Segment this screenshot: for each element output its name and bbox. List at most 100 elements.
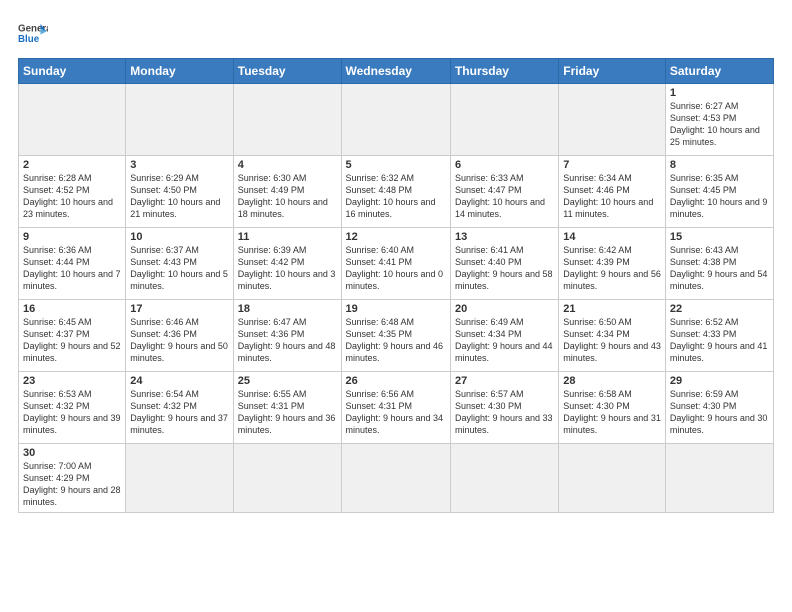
calendar-cell: 1Sunrise: 6:27 AM Sunset: 4:53 PM Daylig… [665, 84, 773, 156]
day-info: Sunrise: 6:47 AM Sunset: 4:36 PM Dayligh… [238, 316, 337, 365]
calendar-cell: 27Sunrise: 6:57 AM Sunset: 4:30 PM Dayli… [450, 372, 558, 444]
calendar-week-row: 23Sunrise: 6:53 AM Sunset: 4:32 PM Dayli… [19, 372, 774, 444]
day-info: Sunrise: 6:33 AM Sunset: 4:47 PM Dayligh… [455, 172, 554, 221]
calendar-cell [341, 84, 450, 156]
day-info: Sunrise: 6:42 AM Sunset: 4:39 PM Dayligh… [563, 244, 661, 293]
day-info: Sunrise: 6:59 AM Sunset: 4:30 PM Dayligh… [670, 388, 769, 437]
calendar-cell: 22Sunrise: 6:52 AM Sunset: 4:33 PM Dayli… [665, 300, 773, 372]
logo: General Blue [18, 18, 48, 48]
calendar-week-row: 1Sunrise: 6:27 AM Sunset: 4:53 PM Daylig… [19, 84, 774, 156]
day-number: 8 [670, 159, 769, 171]
calendar-week-row: 2Sunrise: 6:28 AM Sunset: 4:52 PM Daylig… [19, 156, 774, 228]
calendar-cell: 20Sunrise: 6:49 AM Sunset: 4:34 PM Dayli… [450, 300, 558, 372]
calendar-cell: 17Sunrise: 6:46 AM Sunset: 4:36 PM Dayli… [126, 300, 233, 372]
calendar-cell: 23Sunrise: 6:53 AM Sunset: 4:32 PM Dayli… [19, 372, 126, 444]
calendar-cell: 19Sunrise: 6:48 AM Sunset: 4:35 PM Dayli… [341, 300, 450, 372]
calendar-cell [126, 444, 233, 513]
day-number: 30 [23, 447, 121, 459]
calendar-cell: 28Sunrise: 6:58 AM Sunset: 4:30 PM Dayli… [559, 372, 666, 444]
day-number: 27 [455, 375, 554, 387]
day-number: 17 [130, 303, 228, 315]
calendar-cell: 14Sunrise: 6:42 AM Sunset: 4:39 PM Dayli… [559, 228, 666, 300]
day-info: Sunrise: 6:28 AM Sunset: 4:52 PM Dayligh… [23, 172, 121, 221]
day-number: 21 [563, 303, 661, 315]
day-info: Sunrise: 6:45 AM Sunset: 4:37 PM Dayligh… [23, 316, 121, 365]
day-info: Sunrise: 6:36 AM Sunset: 4:44 PM Dayligh… [23, 244, 121, 293]
day-number: 1 [670, 87, 769, 99]
calendar-cell: 11Sunrise: 6:39 AM Sunset: 4:42 PM Dayli… [233, 228, 341, 300]
calendar-cell: 24Sunrise: 6:54 AM Sunset: 4:32 PM Dayli… [126, 372, 233, 444]
calendar-cell: 18Sunrise: 6:47 AM Sunset: 4:36 PM Dayli… [233, 300, 341, 372]
day-info: Sunrise: 6:27 AM Sunset: 4:53 PM Dayligh… [670, 100, 769, 149]
day-info: Sunrise: 6:41 AM Sunset: 4:40 PM Dayligh… [455, 244, 554, 293]
day-number: 11 [238, 231, 337, 243]
weekday-header-tuesday: Tuesday [233, 59, 341, 84]
calendar-cell [233, 84, 341, 156]
weekday-header-row: SundayMondayTuesdayWednesdayThursdayFrid… [19, 59, 774, 84]
day-info: Sunrise: 6:37 AM Sunset: 4:43 PM Dayligh… [130, 244, 228, 293]
generalblue-logo-icon: General Blue [18, 18, 48, 48]
calendar-cell: 5Sunrise: 6:32 AM Sunset: 4:48 PM Daylig… [341, 156, 450, 228]
day-number: 25 [238, 375, 337, 387]
calendar-cell: 6Sunrise: 6:33 AM Sunset: 4:47 PM Daylig… [450, 156, 558, 228]
day-info: Sunrise: 6:35 AM Sunset: 4:45 PM Dayligh… [670, 172, 769, 221]
day-info: Sunrise: 6:32 AM Sunset: 4:48 PM Dayligh… [346, 172, 446, 221]
calendar-cell: 7Sunrise: 6:34 AM Sunset: 4:46 PM Daylig… [559, 156, 666, 228]
day-number: 3 [130, 159, 228, 171]
calendar-cell: 15Sunrise: 6:43 AM Sunset: 4:38 PM Dayli… [665, 228, 773, 300]
weekday-header-monday: Monday [126, 59, 233, 84]
day-info: Sunrise: 6:29 AM Sunset: 4:50 PM Dayligh… [130, 172, 228, 221]
calendar-cell [450, 84, 558, 156]
calendar-cell [341, 444, 450, 513]
calendar-cell: 30Sunrise: 7:00 AM Sunset: 4:29 PM Dayli… [19, 444, 126, 513]
day-info: Sunrise: 6:46 AM Sunset: 4:36 PM Dayligh… [130, 316, 228, 365]
calendar-cell [450, 444, 558, 513]
calendar-cell: 3Sunrise: 6:29 AM Sunset: 4:50 PM Daylig… [126, 156, 233, 228]
day-info: Sunrise: 6:50 AM Sunset: 4:34 PM Dayligh… [563, 316, 661, 365]
calendar-cell: 10Sunrise: 6:37 AM Sunset: 4:43 PM Dayli… [126, 228, 233, 300]
day-number: 15 [670, 231, 769, 243]
day-number: 29 [670, 375, 769, 387]
calendar-cell: 16Sunrise: 6:45 AM Sunset: 4:37 PM Dayli… [19, 300, 126, 372]
day-number: 16 [23, 303, 121, 315]
calendar-cell: 12Sunrise: 6:40 AM Sunset: 4:41 PM Dayli… [341, 228, 450, 300]
calendar-cell [19, 84, 126, 156]
day-number: 22 [670, 303, 769, 315]
day-number: 23 [23, 375, 121, 387]
day-info: Sunrise: 6:49 AM Sunset: 4:34 PM Dayligh… [455, 316, 554, 365]
svg-text:Blue: Blue [18, 34, 40, 45]
day-info: Sunrise: 6:43 AM Sunset: 4:38 PM Dayligh… [670, 244, 769, 293]
calendar-cell: 4Sunrise: 6:30 AM Sunset: 4:49 PM Daylig… [233, 156, 341, 228]
calendar-cell: 21Sunrise: 6:50 AM Sunset: 4:34 PM Dayli… [559, 300, 666, 372]
calendar-cell [665, 444, 773, 513]
weekday-header-thursday: Thursday [450, 59, 558, 84]
day-number: 5 [346, 159, 446, 171]
calendar-cell: 29Sunrise: 6:59 AM Sunset: 4:30 PM Dayli… [665, 372, 773, 444]
weekday-header-saturday: Saturday [665, 59, 773, 84]
day-number: 14 [563, 231, 661, 243]
day-number: 28 [563, 375, 661, 387]
calendar-cell: 26Sunrise: 6:56 AM Sunset: 4:31 PM Dayli… [341, 372, 450, 444]
day-number: 6 [455, 159, 554, 171]
day-number: 24 [130, 375, 228, 387]
weekday-header-wednesday: Wednesday [341, 59, 450, 84]
day-info: Sunrise: 6:55 AM Sunset: 4:31 PM Dayligh… [238, 388, 337, 437]
calendar-cell [126, 84, 233, 156]
day-number: 10 [130, 231, 228, 243]
day-info: Sunrise: 6:56 AM Sunset: 4:31 PM Dayligh… [346, 388, 446, 437]
day-info: Sunrise: 6:58 AM Sunset: 4:30 PM Dayligh… [563, 388, 661, 437]
day-info: Sunrise: 6:30 AM Sunset: 4:49 PM Dayligh… [238, 172, 337, 221]
calendar-week-row: 16Sunrise: 6:45 AM Sunset: 4:37 PM Dayli… [19, 300, 774, 372]
calendar-table: SundayMondayTuesdayWednesdayThursdayFrid… [18, 58, 774, 513]
weekday-header-friday: Friday [559, 59, 666, 84]
day-info: Sunrise: 6:34 AM Sunset: 4:46 PM Dayligh… [563, 172, 661, 221]
calendar-cell: 2Sunrise: 6:28 AM Sunset: 4:52 PM Daylig… [19, 156, 126, 228]
day-info: Sunrise: 6:53 AM Sunset: 4:32 PM Dayligh… [23, 388, 121, 437]
day-number: 19 [346, 303, 446, 315]
calendar-cell: 13Sunrise: 6:41 AM Sunset: 4:40 PM Dayli… [450, 228, 558, 300]
day-number: 20 [455, 303, 554, 315]
day-number: 26 [346, 375, 446, 387]
day-info: Sunrise: 6:40 AM Sunset: 4:41 PM Dayligh… [346, 244, 446, 293]
calendar-week-row: 30Sunrise: 7:00 AM Sunset: 4:29 PM Dayli… [19, 444, 774, 513]
page: General Blue SundayMondayTuesdayWednesda… [0, 0, 792, 612]
